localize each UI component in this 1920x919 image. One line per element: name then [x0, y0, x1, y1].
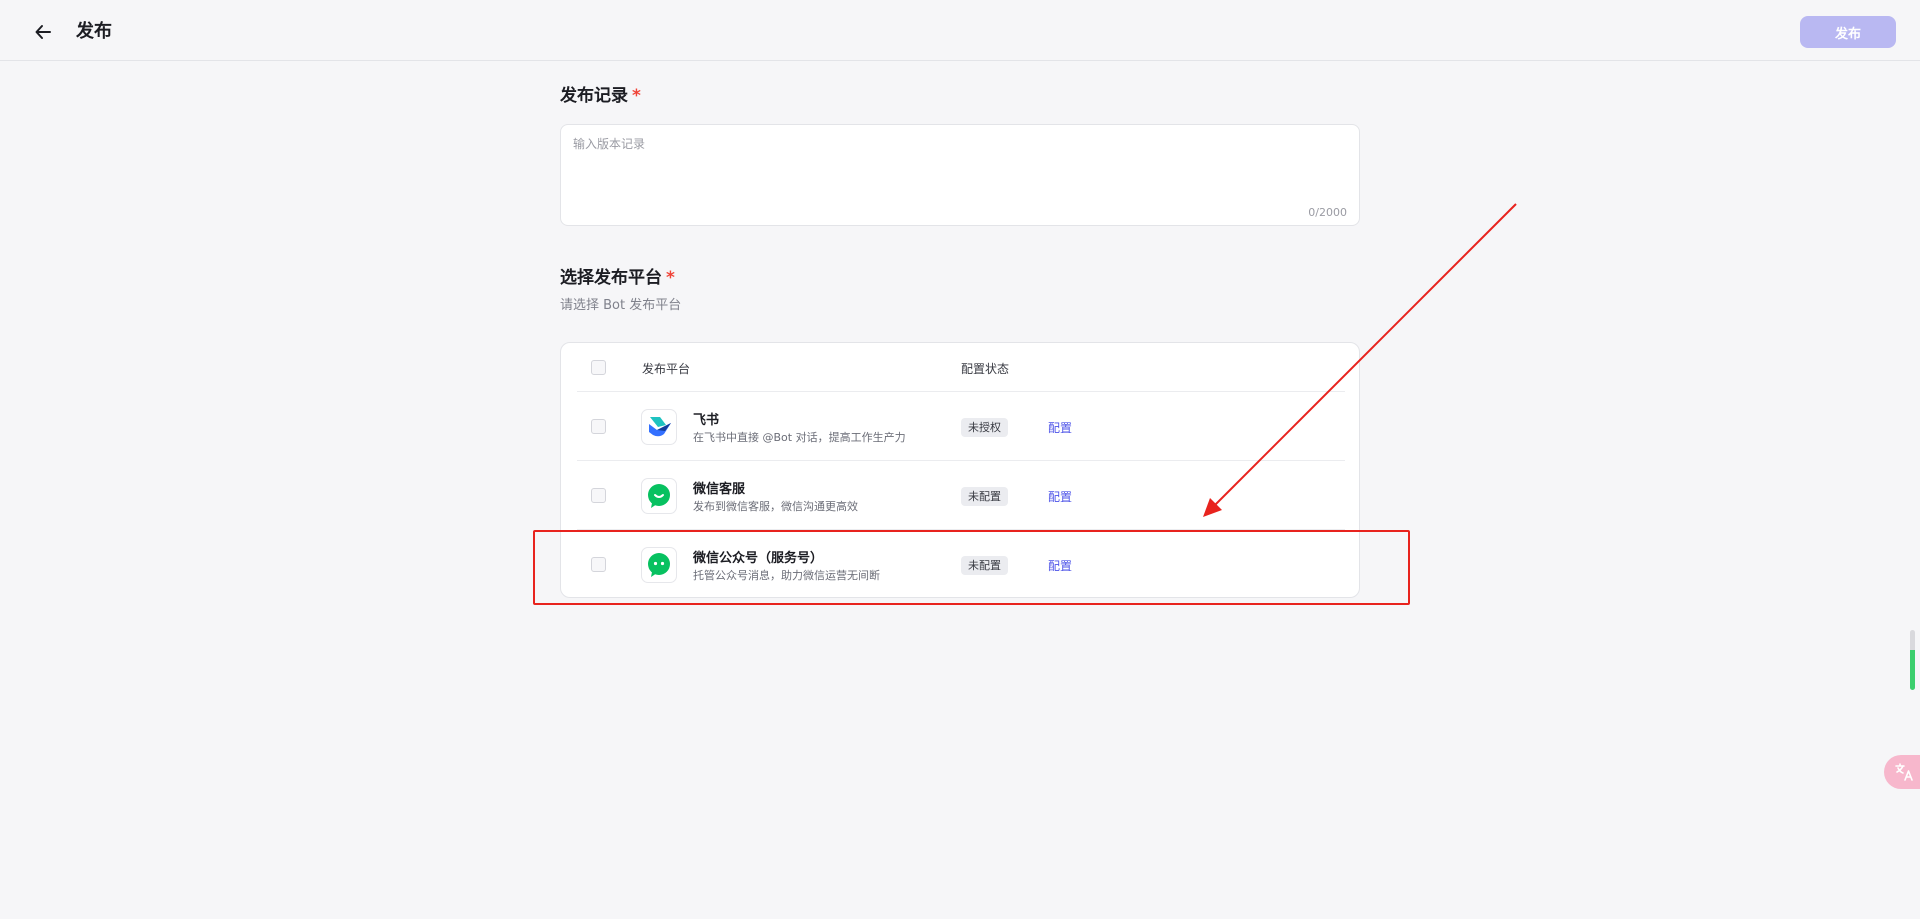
table-header-row: 发布平台 配置状态: [577, 343, 1345, 392]
scroll-indicator-fill: [1910, 650, 1915, 690]
row-checkbox[interactable]: [591, 557, 606, 572]
platform-desc: 在飞书中直接 @Bot 对话，提高工作生产力: [693, 431, 906, 444]
select-all-checkbox[interactable]: [591, 360, 606, 375]
page-title: 发布: [76, 21, 112, 42]
row-checkbox[interactable]: [591, 419, 606, 434]
version-record-input[interactable]: [573, 135, 1343, 205]
configure-link[interactable]: 配置: [1048, 557, 1072, 574]
platform-subtitle: 请选择 Bot 发布平台: [560, 298, 682, 313]
record-title-text: 发布记录: [560, 86, 628, 106]
platform-name: 微信客服: [693, 482, 746, 497]
table-row: 微信公众号（服务号） 托管公众号消息，助力微信运营无间断 未配置 配置: [577, 530, 1345, 599]
platform-name: 飞书: [693, 413, 720, 428]
row-checkbox[interactable]: [591, 488, 606, 503]
platform-table: 发布平台 配置状态 飞书 在飞书中直接 @Bot 对话，提高工作生产力 未授权 …: [560, 342, 1360, 598]
feishu-logo-icon: [641, 409, 677, 445]
platform-desc: 托管公众号消息，助力微信运营无间断: [693, 569, 880, 582]
status-badge: 未授权: [961, 418, 1008, 437]
publish-button[interactable]: 发布: [1800, 16, 1896, 48]
status-badge: 未配置: [961, 556, 1008, 575]
platform-name: 微信公众号（服务号）: [693, 551, 824, 566]
platform-section-title: 选择发布平台 *: [560, 266, 675, 290]
platform-desc: 发布到微信客服，微信沟通更高效: [693, 500, 858, 513]
required-mark: *: [632, 86, 641, 106]
column-header-platform: 发布平台: [642, 362, 691, 376]
translate-button[interactable]: [1884, 755, 1920, 789]
top-header: 发布 发布: [0, 0, 1920, 61]
status-badge: 未配置: [961, 487, 1008, 506]
configure-link[interactable]: 配置: [1048, 419, 1072, 436]
platform-title-text: 选择发布平台: [560, 268, 662, 288]
translate-icon: [1895, 763, 1913, 781]
column-header-status: 配置状态: [961, 362, 1010, 376]
back-button[interactable]: [30, 20, 56, 44]
configure-link[interactable]: 配置: [1048, 488, 1072, 505]
record-section-title: 发布记录 *: [560, 84, 641, 108]
required-mark: *: [666, 268, 675, 288]
char-count: 0/2000: [1308, 206, 1347, 219]
arrow-left-icon: [35, 25, 51, 39]
table-row: 微信客服 发布到微信客服，微信沟通更高效 未配置 配置: [577, 461, 1345, 530]
wechat-service-icon: [641, 478, 677, 514]
scroll-indicator[interactable]: [1910, 630, 1915, 690]
version-record-box: 0/2000: [560, 124, 1360, 226]
wechat-official-account-icon: [641, 547, 677, 583]
table-row: 飞书 在飞书中直接 @Bot 对话，提高工作生产力 未授权 配置: [577, 392, 1345, 461]
